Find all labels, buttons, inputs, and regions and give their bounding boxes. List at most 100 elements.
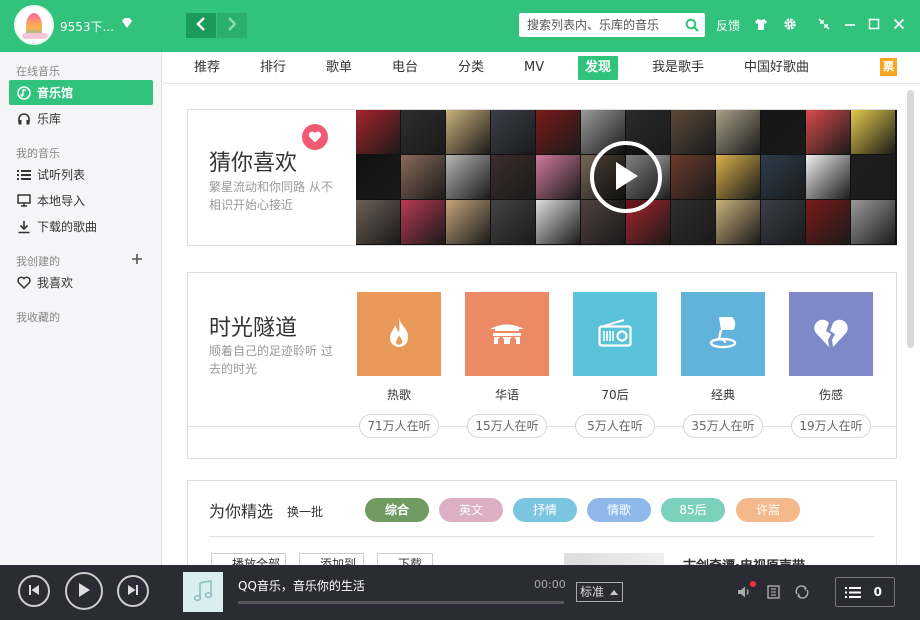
album-cover-tile[interactable] [491, 110, 535, 154]
previous-button[interactable] [18, 575, 50, 607]
scrollbar[interactable] [907, 90, 914, 348]
tunnel-title: 时光隧道 [209, 316, 298, 341]
skin-icon[interactable] [753, 16, 769, 32]
guess-subtitle: 繁星流动和你同路 从不相识开始心接近 [209, 180, 333, 212]
filter-pill-english[interactable]: 英文 [439, 498, 503, 522]
tunnel-category-chinese[interactable]: 华语 [465, 292, 549, 402]
tab-playlists[interactable]: 歌单 [319, 56, 359, 80]
quality-selector[interactable]: 标准 [576, 582, 624, 602]
sidebar-item-music-hall[interactable]: 音乐馆 [9, 80, 153, 105]
sidebar-item-local-import[interactable]: 本地导入 [9, 188, 153, 213]
mini-mode-icon[interactable] [816, 16, 832, 32]
avatar[interactable] [14, 5, 54, 45]
album-cover-tile[interactable] [356, 155, 400, 199]
album-cover[interactable] [564, 553, 664, 565]
progress-bar[interactable] [238, 601, 564, 604]
maximize-icon[interactable] [866, 16, 882, 32]
playlist-button[interactable]: 0 [835, 577, 895, 607]
album-cover-tile[interactable] [536, 200, 580, 244]
listener-count: 5万人在听 [575, 414, 655, 438]
filter-pill-lyrical[interactable]: 抒情 [513, 498, 577, 522]
album-title[interactable]: 古剑奇谭·电视原声带 [683, 555, 805, 565]
refresh-batch-link[interactable]: 换一批 [287, 503, 323, 520]
album-cover-tile[interactable] [761, 200, 805, 244]
feedback-link[interactable]: 反馈 [716, 17, 740, 34]
album-cover-tile[interactable] [806, 155, 850, 199]
tab-good-songs[interactable]: 中国好歌曲 [737, 56, 816, 80]
play-radio-button[interactable] [590, 141, 662, 213]
album-cover-tile[interactable] [446, 200, 490, 244]
forward-button[interactable] [217, 13, 247, 38]
album-mosaic[interactable] [356, 110, 897, 245]
sidebar-item-downloads[interactable]: 下载的歌曲 [9, 214, 153, 239]
album-cover-tile[interactable] [446, 110, 490, 154]
tunnel-category-hot[interactable]: 热歌 [357, 292, 441, 402]
sidebar-item-trial-list[interactable]: 试听列表 [9, 162, 153, 187]
album-cover-tile[interactable] [671, 200, 715, 244]
album-cover-tile[interactable] [716, 155, 760, 199]
sidebar-item-favorites[interactable]: 我喜欢 [9, 270, 153, 295]
album-cover-tile[interactable] [491, 200, 535, 244]
tab-mv[interactable]: MV [517, 56, 551, 80]
tunnel-category-70s[interactable]: 70后 [573, 292, 657, 402]
search-input[interactable] [527, 16, 677, 34]
album-cover-tile[interactable] [806, 200, 850, 244]
ticket-button[interactable]: 票 [880, 58, 897, 76]
tab-singer[interactable]: 我是歌手 [645, 56, 711, 80]
filter-pill-post-85[interactable]: 85后 [661, 498, 725, 522]
section-online-music: 在线音乐 [16, 65, 60, 78]
play-all-button[interactable]: 播放全部 [211, 553, 286, 565]
volume-icon[interactable] [736, 584, 752, 600]
album-cover-tile[interactable] [491, 155, 535, 199]
tunnel-category-classic[interactable]: 经典 [681, 292, 765, 402]
album-cover-tile[interactable] [671, 155, 715, 199]
album-cover-tile[interactable] [851, 155, 895, 199]
album-cover-tile[interactable] [401, 155, 445, 199]
tunnel-subtitle: 顺着自己的足迹聆听 过去的时光 [209, 344, 333, 376]
settings-gear-icon[interactable] [782, 16, 798, 32]
album-cover-tile[interactable] [716, 200, 760, 244]
album-cover-tile[interactable] [401, 200, 445, 244]
heart-badge-icon [302, 124, 328, 150]
sidebar-item-library[interactable]: 乐库 [9, 106, 153, 131]
album-cover-tile[interactable] [536, 110, 580, 154]
album-cover-tile[interactable] [401, 110, 445, 154]
album-cover-tile[interactable] [356, 200, 400, 244]
play-button[interactable] [65, 572, 103, 610]
album-cover-tile[interactable] [356, 110, 400, 154]
next-button[interactable] [117, 575, 149, 607]
repeat-icon[interactable] [794, 584, 810, 600]
album-cover-tile[interactable] [446, 155, 490, 199]
listener-count: 15万人在听 [467, 414, 547, 438]
tab-discover[interactable]: 发现 [578, 56, 619, 80]
search-icon[interactable] [685, 18, 699, 32]
album-cover-tile[interactable] [761, 155, 805, 199]
tab-categories[interactable]: 分类 [451, 56, 491, 80]
filter-pill-love-songs[interactable]: 情歌 [587, 498, 651, 522]
album-cover-tile[interactable] [806, 110, 850, 154]
add-playlist-icon[interactable] [130, 252, 144, 266]
guess-you-like-card[interactable]: 猜你喜欢 繁星流动和你同路 从不相识开始心接近 [187, 109, 897, 246]
album-cover-tile[interactable] [851, 200, 895, 244]
tab-charts[interactable]: 排行 [253, 56, 293, 80]
close-icon[interactable] [891, 16, 907, 32]
tab-radio[interactable]: 电台 [385, 56, 425, 80]
download-button[interactable]: 下载 [377, 553, 433, 565]
album-cover-tile[interactable] [761, 110, 805, 154]
minimize-icon[interactable] [842, 16, 858, 32]
album-cover-tile[interactable] [536, 155, 580, 199]
tunnel-category-sad[interactable]: 伤感 [789, 292, 873, 402]
username[interactable]: 9553下... [60, 18, 114, 35]
add-to-button[interactable]: 添加到 [299, 553, 364, 565]
listener-count: 35万人在听 [683, 414, 763, 438]
filter-pill-xu-song[interactable]: 许嵩 [736, 498, 800, 522]
album-cover-tile[interactable] [671, 110, 715, 154]
lyrics-icon[interactable] [765, 584, 781, 600]
tab-recommend[interactable]: 推荐 [187, 56, 227, 80]
now-playing-cover[interactable] [183, 572, 223, 612]
back-button[interactable] [186, 13, 216, 38]
album-cover-tile[interactable] [716, 110, 760, 154]
diamond-icon[interactable] [121, 17, 133, 29]
album-cover-tile[interactable] [851, 110, 895, 154]
filter-pill-all[interactable]: 综合 [365, 498, 429, 522]
